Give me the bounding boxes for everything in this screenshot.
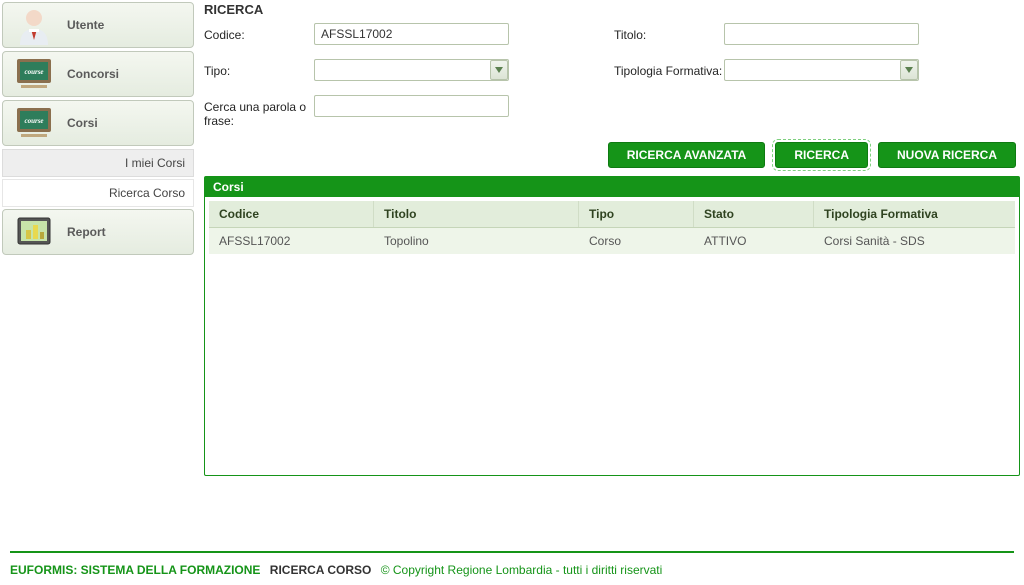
advanced-search-button[interactable]: RICERCA AVANZATA — [608, 142, 766, 168]
label-tipo: Tipo: — [204, 59, 314, 78]
sidebar-sub-label: I miei Corsi — [125, 156, 185, 170]
results-header-tipo: Tipo — [579, 201, 694, 227]
cell-tipologia: Corsi Sanità - SDS — [814, 228, 1009, 254]
results-header-row: Codice Titolo Tipo Stato Tipologia Forma… — [209, 201, 1015, 228]
label-titolo: Titolo: — [614, 23, 724, 42]
results-header-titolo: Titolo — [374, 201, 579, 227]
titolo-input[interactable] — [724, 23, 919, 45]
footer-page: RICERCA CORSO — [270, 563, 372, 577]
sidebar-sub-ricerca-corso[interactable]: Ricerca Corso — [2, 179, 194, 207]
main-content: RICERCA Codice: Titolo: Tipo: Tipologia … — [194, 2, 1024, 476]
sidebar-sub-miei-corsi[interactable]: I miei Corsi — [2, 149, 194, 177]
user-icon — [13, 4, 55, 46]
label-frase: Cerca una parola o frase: — [204, 95, 314, 128]
sidebar-item-label: Report — [67, 225, 106, 239]
sidebar-item-label: Concorsi — [67, 67, 119, 81]
sidebar-sub-label: Ricerca Corso — [109, 186, 185, 200]
course-board-icon: course — [13, 102, 55, 144]
cell-codice: AFSSL17002 — [209, 228, 374, 254]
sidebar-item-concorsi[interactable]: course Concorsi — [2, 51, 194, 97]
sidebar: Utente course Concorsi course — [2, 2, 194, 476]
cell-titolo: Topolino — [374, 228, 579, 254]
footer-copyright: © Copyright Regione Lombardia - tutti i … — [381, 563, 663, 577]
sidebar-item-corsi[interactable]: course Corsi — [2, 100, 194, 146]
search-form: Codice: Titolo: Tipo: Tipologia Formativ… — [204, 23, 1020, 128]
footer-system: EUFORMIS: SISTEMA DELLA FORMAZIONE — [10, 563, 260, 577]
tipo-combo[interactable] — [314, 59, 509, 81]
sidebar-item-report[interactable]: Report — [2, 209, 194, 255]
search-heading: RICERCA — [204, 2, 1020, 17]
search-button[interactable]: RICERCA — [775, 142, 868, 168]
results-header-codice: Codice — [209, 201, 374, 227]
label-tipologia: Tipologia Formativa: — [614, 59, 724, 78]
cell-stato: ATTIVO — [694, 228, 814, 254]
cell-tipo: Corso — [579, 228, 694, 254]
svg-text:course: course — [24, 117, 43, 125]
chevron-down-icon[interactable] — [490, 60, 508, 80]
footer: EUFORMIS: SISTEMA DELLA FORMAZIONE RICER… — [10, 563, 1014, 577]
chevron-down-icon[interactable] — [900, 60, 918, 80]
course-board-icon: course — [13, 53, 55, 95]
frase-input[interactable] — [314, 95, 509, 117]
sidebar-item-utente[interactable]: Utente — [2, 2, 194, 48]
label-codice: Codice: — [204, 23, 314, 42]
codice-input[interactable] — [314, 23, 509, 45]
results-header-tipologia: Tipologia Formativa — [814, 201, 1009, 227]
sidebar-item-label: Corsi — [67, 116, 98, 130]
results-header-stato: Stato — [694, 201, 814, 227]
results-panel-title: Corsi — [205, 177, 1019, 197]
button-row: RICERCA AVANZATA RICERCA NUOVA RICERCA — [204, 142, 1016, 168]
svg-text:course: course — [24, 68, 43, 76]
new-search-button[interactable]: NUOVA RICERCA — [878, 142, 1016, 168]
footer-divider — [10, 551, 1014, 553]
results-panel: Corsi Codice Titolo Tipo Stato Tipologia… — [204, 176, 1020, 476]
tipologia-combo[interactable] — [724, 59, 919, 81]
sidebar-item-label: Utente — [67, 18, 104, 32]
table-row[interactable]: AFSSL17002 Topolino Corso ATTIVO Corsi S… — [209, 228, 1015, 254]
report-icon — [13, 211, 55, 253]
